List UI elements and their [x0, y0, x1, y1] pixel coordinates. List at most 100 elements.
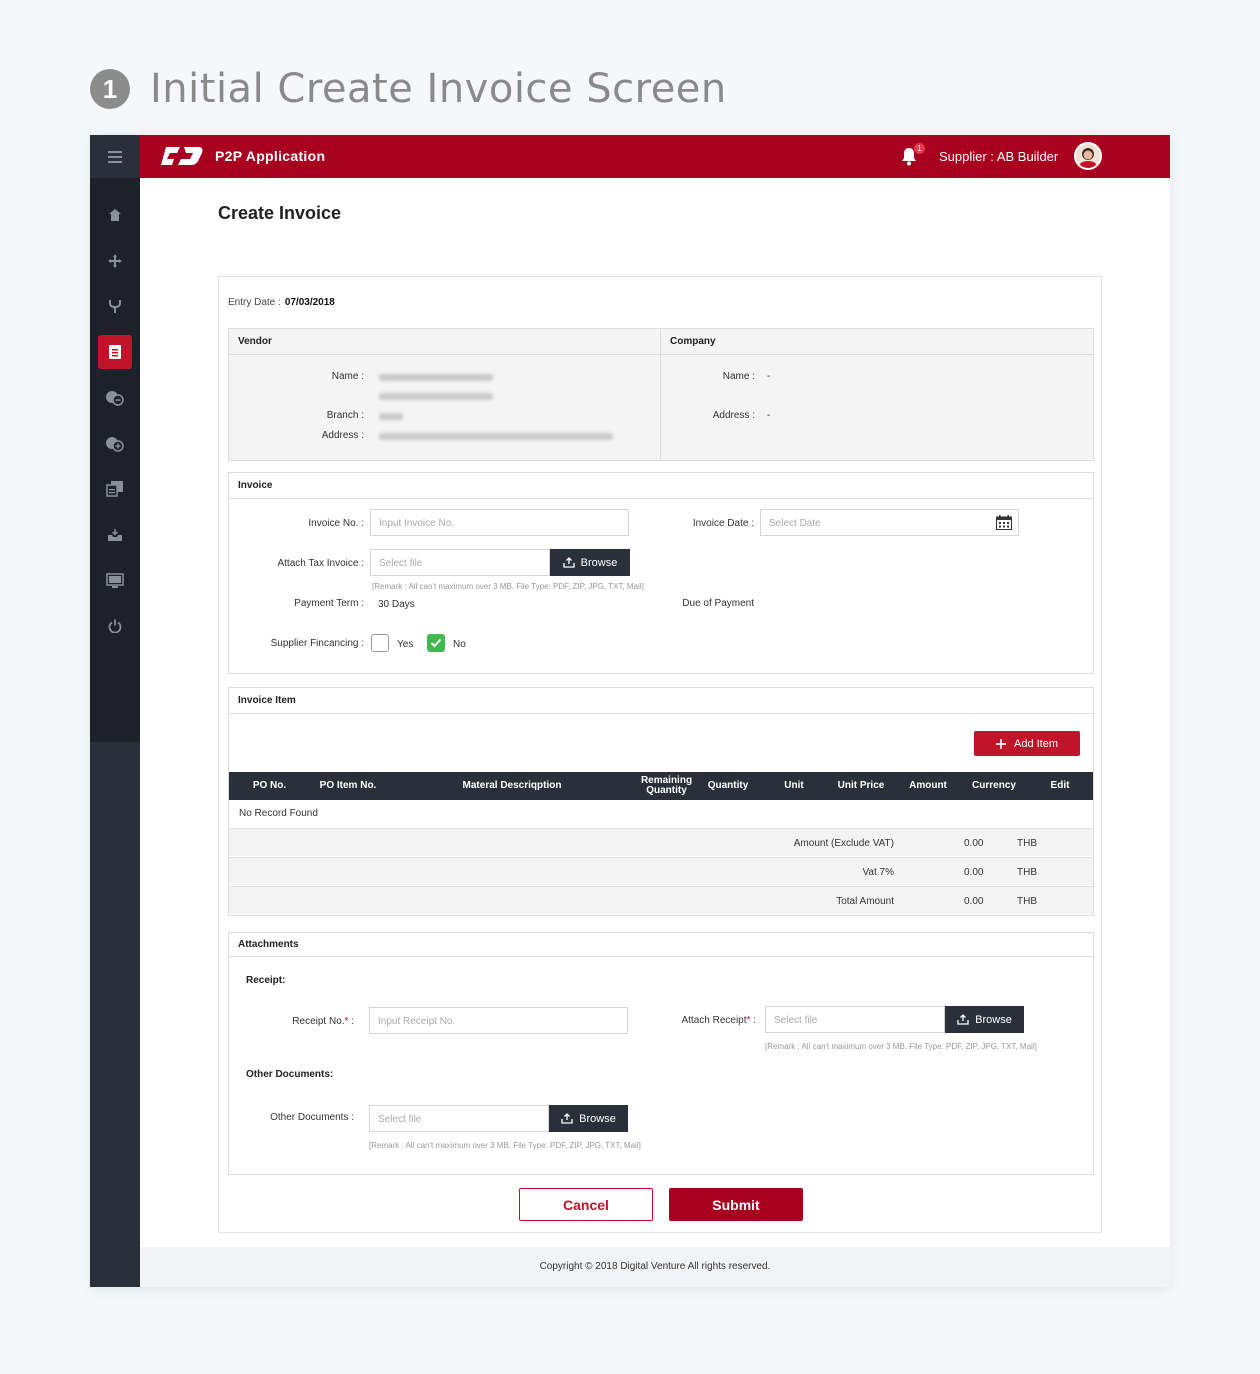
- sidebar-item-coins-minus[interactable]: [98, 381, 132, 415]
- vendor-address-label: Address :: [321, 430, 364, 441]
- document-edit-icon: [106, 481, 123, 497]
- attach-tax-input[interactable]: Select file: [370, 549, 550, 576]
- sidebar-item-logout[interactable]: [98, 609, 132, 643]
- invoice-item-section: Invoice Item Add Item PO No. PO Item No.…: [228, 687, 1094, 916]
- sidebar-item-monitor[interactable]: [98, 564, 132, 598]
- entry-date: Entry Date :07/03/2018: [228, 297, 335, 308]
- empty-table-message: No Record Found: [239, 808, 318, 819]
- summary-value: 0.00: [964, 867, 984, 878]
- payment-term-label: Payment Term :: [294, 598, 364, 609]
- attach-receipt-input[interactable]: Select file: [765, 1006, 945, 1033]
- vendor-name-label: Name :: [331, 371, 364, 382]
- col-amount: Amount: [909, 780, 947, 791]
- create-invoice-form: Entry Date :07/03/2018 Vendor Name : Bra…: [218, 276, 1102, 1233]
- due-of-payment-label: Due of Payment: [682, 598, 754, 609]
- sidebar-item-invoice[interactable]: [98, 335, 132, 369]
- add-item-label: Add Item: [1013, 737, 1059, 750]
- upload-icon: [563, 557, 575, 568]
- submit-button[interactable]: Submit: [669, 1188, 803, 1221]
- col-quantity: Quantity: [707, 780, 749, 791]
- company-name-label: Name :: [722, 371, 755, 382]
- hamburger-icon: [108, 150, 122, 163]
- invoice-date-picker[interactable]: Select Date: [760, 509, 1019, 536]
- attachments-section: Attachments Receipt: Receipt No.* : Inpu…: [228, 932, 1094, 1175]
- attach-receipt-browse-button[interactable]: Browse: [945, 1006, 1024, 1033]
- add-item-button[interactable]: Add Item: [974, 731, 1080, 756]
- receipt-no-input[interactable]: Input Receipt No.: [369, 1007, 628, 1034]
- cancel-button[interactable]: Cancel: [519, 1188, 653, 1221]
- supplier-financing-no-checkbox[interactable]: [427, 634, 445, 652]
- browse-label: Browse: [580, 556, 618, 569]
- upload-icon: [957, 1014, 969, 1025]
- attach-tax-remark: [Remark : All can't maximum over 3 MB. F…: [372, 582, 644, 591]
- attachments-header: Attachments: [229, 933, 1093, 957]
- vendor-panel: Vendor Name : Branch : Address :: [229, 329, 661, 460]
- supplier-financing-no-label: No: [453, 639, 466, 650]
- col-material-description: Materal Descriqption: [462, 780, 562, 791]
- vendor-branch-label: Branch :: [326, 410, 364, 421]
- summary-label: Total Amount: [836, 896, 894, 907]
- page-title: Create Invoice: [218, 203, 342, 223]
- company-address-label: Address :: [712, 410, 755, 421]
- sidebar-item-inbox[interactable]: [98, 518, 132, 552]
- home-icon: [109, 209, 121, 221]
- invoice-header: Invoice: [229, 473, 1093, 499]
- supplier-financing-yes-checkbox[interactable]: [371, 634, 389, 652]
- avatar[interactable]: [1074, 142, 1102, 170]
- summary-label: Vat 7%: [862, 867, 895, 878]
- check-icon: [430, 638, 442, 648]
- other-documents-input[interactable]: Select file: [369, 1105, 549, 1132]
- label-suffix: :: [348, 1016, 354, 1027]
- invoice-no-input[interactable]: Input Invoice No.: [370, 509, 629, 536]
- summary-label: Amount (Exclude VAT): [793, 838, 894, 849]
- receipt-no-label-text: Receipt No.: [292, 1016, 345, 1027]
- company-address-value: -: [767, 410, 771, 421]
- page-heading: 1 Initial Create Invoice Screen: [90, 66, 727, 112]
- monitor-icon: [106, 573, 124, 588]
- entry-date-value: 07/03/2018: [284, 297, 335, 308]
- app-name: P2P Application: [215, 148, 326, 164]
- sidebar-item-fork[interactable]: [98, 289, 132, 323]
- notification-badge: 1: [914, 143, 925, 154]
- other-documents-label: Other Documents :: [270, 1112, 354, 1123]
- coins-minus-icon: [106, 391, 124, 406]
- user-avatar-icon: [1079, 148, 1097, 168]
- browse-label: Browse: [975, 1013, 1012, 1026]
- invoice-no-label: Invoice No. :: [308, 518, 364, 529]
- supplier-label: Supplier : AB Builder: [939, 149, 1059, 164]
- invoice-date-label: Invoice Date :: [692, 518, 754, 529]
- power-icon: [108, 619, 122, 633]
- sidebar-item-coins-plus[interactable]: [98, 427, 132, 461]
- summary-currency: THB: [1017, 867, 1037, 878]
- col-po-no: PO No.: [252, 780, 287, 791]
- vendor-company-section: Vendor Name : Branch : Address : Company…: [228, 328, 1094, 461]
- other-documents-browse-button[interactable]: Browse: [549, 1105, 628, 1132]
- sidebar-item-move[interactable]: [98, 244, 132, 278]
- menu-toggle-button[interactable]: [90, 135, 140, 178]
- sidebar-item-home[interactable]: [98, 198, 132, 232]
- copyright-text: Copyright © 2018 Digital Venture All rig…: [539, 1261, 771, 1272]
- other-documents-remark: [Remark : All can't maximum over 3 MB. F…: [369, 1141, 641, 1150]
- col-remaining-quantity: Remaining Quantity: [640, 775, 693, 796]
- fork-icon: [109, 300, 121, 313]
- attach-tax-label: Attach Tax Invoice :: [277, 558, 364, 569]
- invoice-icon: [109, 345, 121, 359]
- col-unit: Unit: [784, 780, 804, 791]
- app-logo[interactable]: [160, 145, 204, 172]
- label-suffix: :: [750, 1015, 756, 1026]
- invoice-date-placeholder: Select Date: [769, 518, 821, 529]
- sidebar: [90, 135, 140, 1287]
- attach-tax-browse-button[interactable]: Browse: [550, 549, 630, 576]
- attach-receipt-label-text: Attach Receipt: [681, 1015, 747, 1026]
- coins-plus-icon: [106, 437, 124, 452]
- receipt-no-label: Receipt No.* :: [292, 1016, 354, 1027]
- col-currency: Currency: [972, 780, 1016, 791]
- col-po-item-no: PO Item No.: [319, 780, 377, 791]
- logo-icon: [161, 147, 203, 165]
- app-window: P2P Application 1 Supplier : AB Builder …: [90, 135, 1170, 1287]
- browse-label: Browse: [579, 1112, 616, 1125]
- vendor-name-redacted: [379, 374, 493, 381]
- attach-receipt-remark: [Remark : All can't maximum over 3 MB. F…: [765, 1042, 1037, 1051]
- receipt-heading: Receipt:: [246, 975, 286, 986]
- sidebar-item-document-edit[interactable]: [98, 472, 132, 506]
